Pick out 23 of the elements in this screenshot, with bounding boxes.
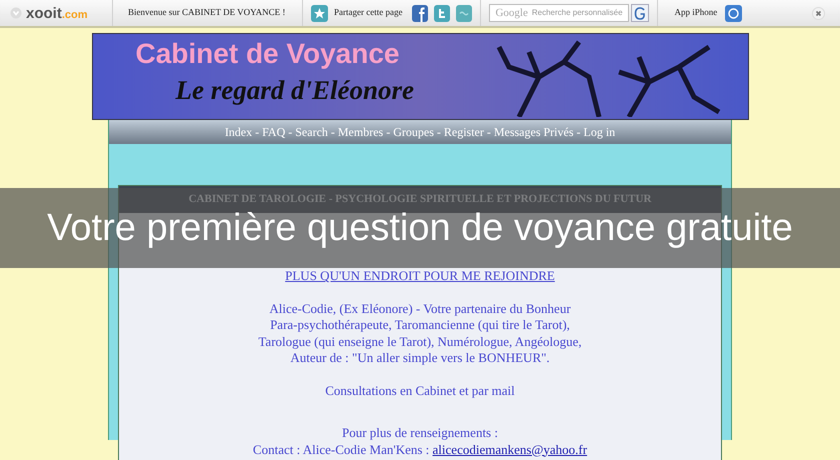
text-line: Pour plus de renseignements : [342,425,498,442]
search-button[interactable] [631,4,650,22]
twitter-icon[interactable] [434,4,450,22]
banner-subtitle: Le regard d'Eléonore [176,74,414,107]
search-icon [634,6,646,20]
share-label: Partager cette page [334,6,402,20]
text-line: Para-psychothérapeute, Taromancienne (qui tire le Tarot), [270,317,570,334]
app-label[interactable]: App iPhone [658,6,726,20]
text-line: Alice-Codie, (Ex Eléonore) - Votre partenaire du Bonheur [269,300,571,317]
email-link[interactable]: alicecodiemankens@yahoo.fr [432,442,588,458]
welcome-text: Bienvenue sur CABINET DE VOYANCE ! [113,0,303,26]
facebook-icon[interactable] [412,4,428,22]
link[interactable]: PLUS QU'UN ENDROIT POUR ME REJOINDRE [285,268,555,284]
close-icon[interactable] [812,6,825,20]
banner-title: Cabinet de Voyance [136,37,401,71]
text-line: Tarologue (qui enseigne le Tarot), Numérologue, Angéologue, [258,334,582,350]
logo[interactable]: xooit.com [26,6,88,20]
text-line: Consultations en Cabinet et par mail [325,382,515,399]
share-link-icon[interactable] [456,4,472,22]
logo-icon [10,7,22,19]
app-icon[interactable] [725,4,742,22]
contact-label: Contact : Alice-Codie Man'Kens : [252,442,430,458]
text-line: Auteur de : "Un aller simple vers le BONHEUR". [290,350,550,366]
